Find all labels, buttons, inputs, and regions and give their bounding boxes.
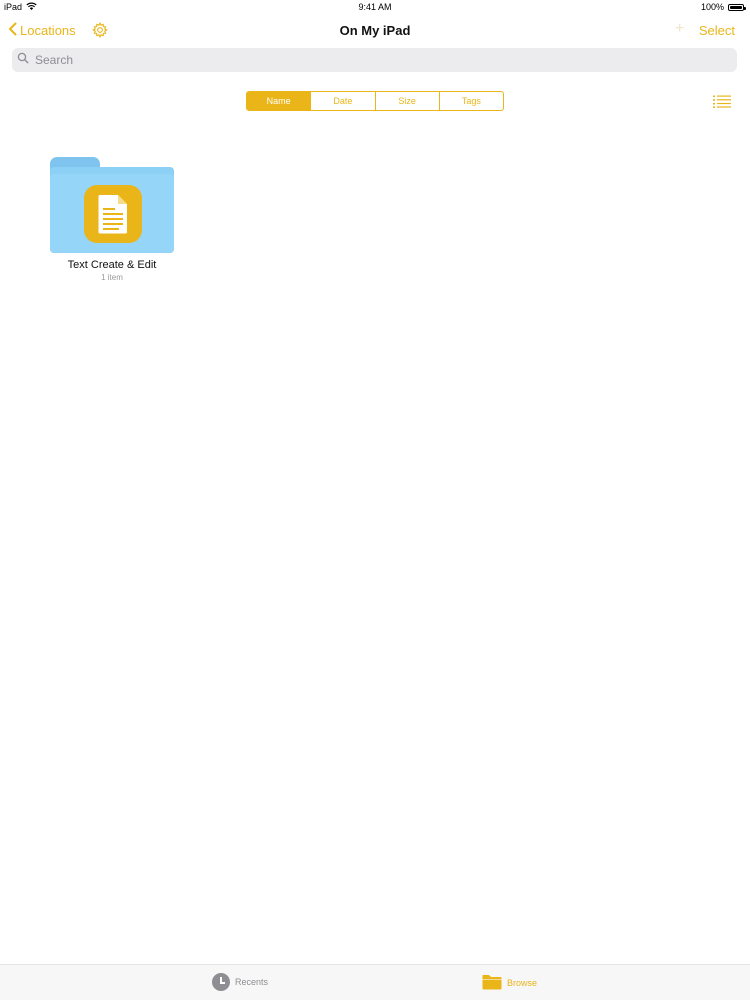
page-title: On My iPad	[339, 23, 411, 38]
tab-bar: Recents Browse	[0, 964, 750, 1000]
add-button[interactable]: +	[675, 20, 684, 38]
folder-item[interactable]: Text Create & Edit 1 item	[46, 154, 178, 282]
status-right: 100%	[700, 2, 746, 12]
status-bar: iPad 9:41 AM 100%	[0, 0, 750, 14]
search-bar	[12, 48, 737, 72]
folder-name: Text Create & Edit	[67, 259, 157, 271]
folder-icon	[48, 154, 176, 254]
battery-icon	[728, 3, 746, 11]
search-input[interactable]	[33, 52, 717, 68]
sort-by-tags-button[interactable]: Tags	[438, 92, 503, 110]
sort-by-date-button[interactable]: Date	[310, 92, 374, 110]
tab-recents[interactable]: Recents	[212, 973, 268, 991]
search-icon	[17, 51, 29, 69]
sort-by-name-button[interactable]: Name	[247, 92, 311, 110]
list-icon[interactable]	[713, 95, 731, 108]
select-button[interactable]: Select	[699, 23, 735, 38]
sort-segmented-control: Name Date Size Tags	[246, 91, 504, 111]
tab-recents-label: Recents	[235, 977, 269, 987]
clock-icon	[212, 973, 230, 991]
folder-item-count: 1 item	[101, 273, 123, 282]
folder-icon	[482, 973, 502, 992]
sort-by-size-button[interactable]: Size	[374, 92, 439, 110]
tab-browse[interactable]: Browse	[482, 973, 537, 992]
status-time: 9:41 AM	[358, 2, 392, 12]
tab-browse-label: Browse	[507, 977, 538, 988]
battery-percent: 100%	[700, 2, 724, 12]
document-icon	[84, 185, 142, 243]
navigation-bar: Locations On My iPad + Select	[0, 14, 750, 46]
